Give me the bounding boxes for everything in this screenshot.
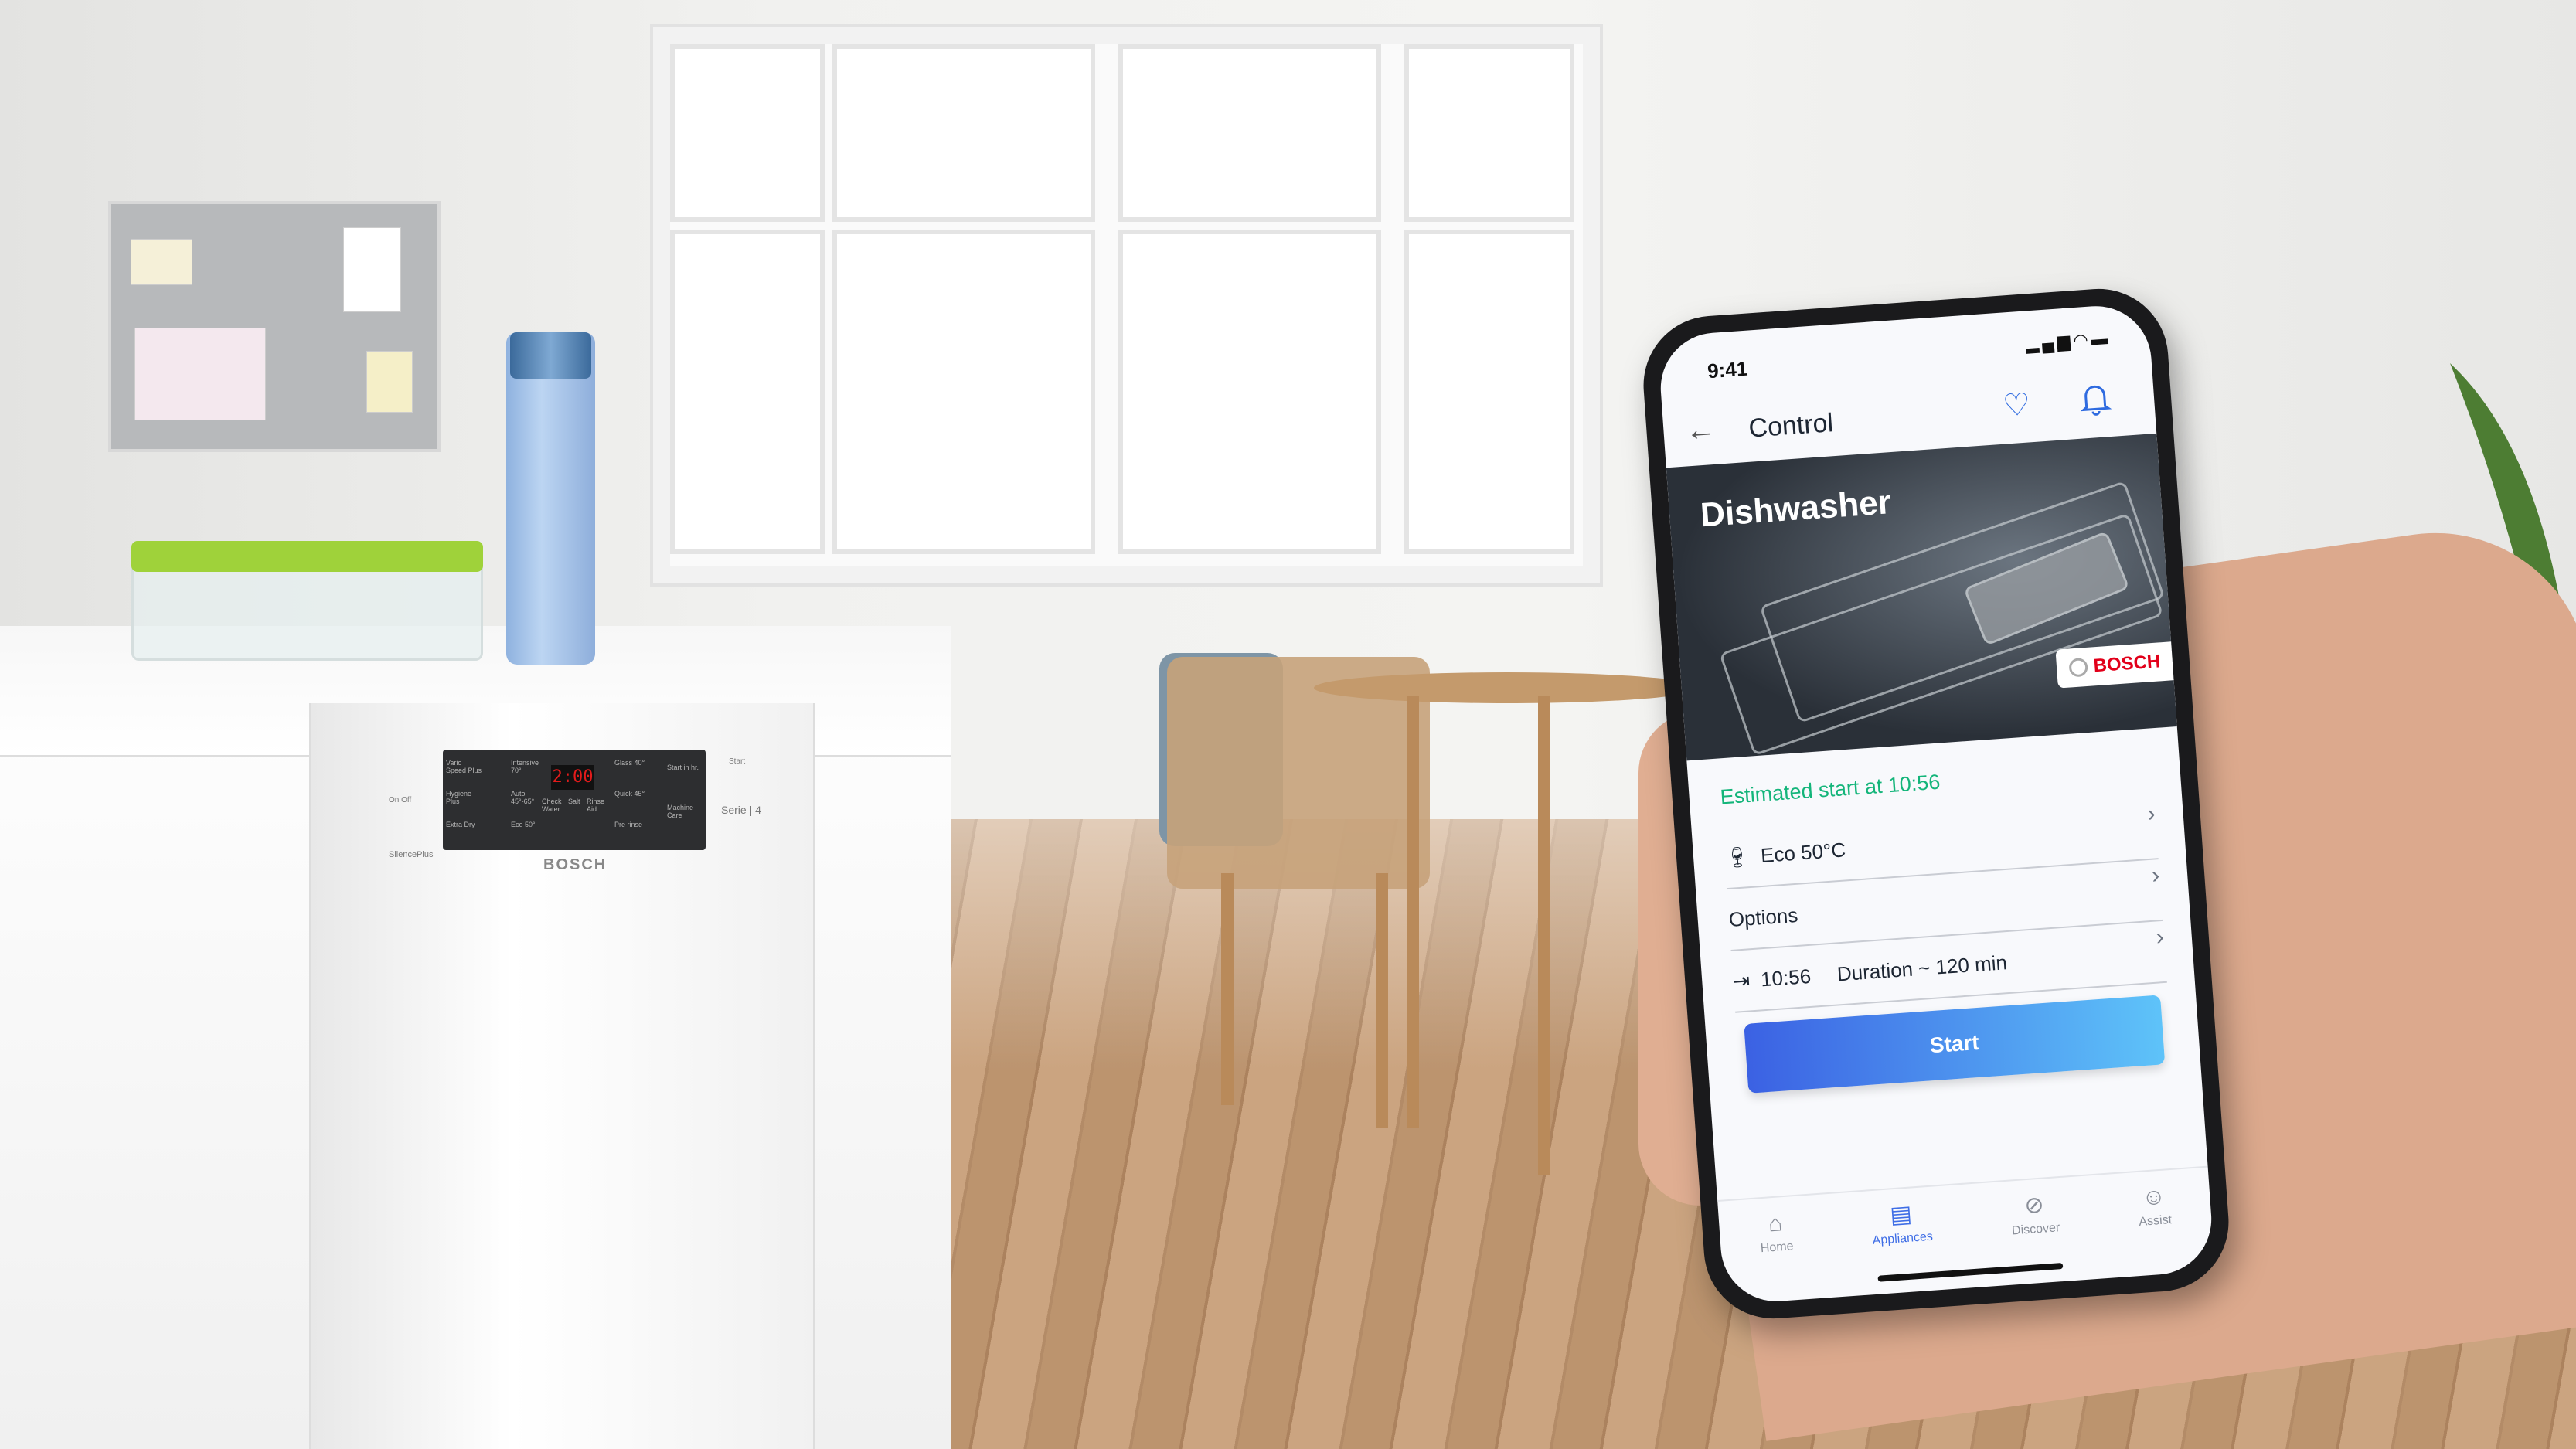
nav-label: Home bbox=[1760, 1240, 1795, 1256]
smartphone: 9:41 ▂▄▆◠▬ ← Control ♡ Dishwasher BOSCH … bbox=[1638, 284, 2234, 1324]
dishwasher-control-panel: 2:00 Vario Speed Plus Hygiene Plus Extra… bbox=[443, 750, 706, 850]
dishwasher: 2:00 Vario Speed Plus Hygiene Plus Extra… bbox=[309, 703, 815, 1449]
nav-home[interactable]: ⌂ Home bbox=[1758, 1210, 1795, 1274]
options-label: Options bbox=[1727, 903, 1799, 931]
home-icon: ⌂ bbox=[1767, 1210, 1784, 1237]
panel-label[interactable]: Machine Care bbox=[667, 804, 703, 819]
chair-leg bbox=[1376, 873, 1388, 1128]
panel-label[interactable]: Pre rinse bbox=[614, 821, 645, 828]
nav-discover[interactable]: ⊘ Discover bbox=[2009, 1192, 2062, 1257]
appliance-title: Dishwasher bbox=[1699, 483, 1893, 535]
arrow-left-icon[interactable]: ← bbox=[1684, 412, 1717, 449]
power-label: On Off bbox=[389, 796, 412, 804]
chevron-right-icon: › bbox=[2151, 862, 2161, 889]
system-icons: ▂▄▆◠▬ bbox=[2025, 328, 2112, 355]
panel-label[interactable]: Vario Speed Plus bbox=[446, 759, 483, 774]
dining-table bbox=[1314, 672, 1700, 703]
duration-label: Duration ~ 120 min bbox=[1836, 950, 2008, 985]
table-leg bbox=[1407, 696, 1419, 1128]
panel-label: Salt bbox=[568, 798, 580, 805]
nav-label: Assist bbox=[2138, 1213, 2173, 1229]
dishwasher-display: 2:00 bbox=[551, 765, 594, 790]
status-time: 9:41 bbox=[1707, 356, 1749, 383]
model-line-label: SilencePlus bbox=[389, 850, 434, 859]
bottle-cap bbox=[510, 332, 591, 379]
chat-smile-icon: ☺ bbox=[2141, 1183, 2167, 1211]
appliance-hero-image: Dishwasher BOSCH bbox=[1666, 433, 2177, 761]
heart-icon[interactable]: ♡ bbox=[2002, 386, 2032, 423]
estimated-start: Estimated start at 10:56 bbox=[1719, 770, 1941, 809]
compass-icon: ⊘ bbox=[2023, 1192, 2045, 1219]
nav-label: Discover bbox=[2011, 1221, 2060, 1238]
food-container-lid bbox=[131, 541, 483, 572]
wifi-icon: ◠ bbox=[2072, 329, 2092, 351]
panel-label: Rinse Aid bbox=[587, 798, 605, 813]
chevron-right-icon: › bbox=[2146, 801, 2156, 827]
start-time-value: 10:56 bbox=[1760, 964, 1812, 991]
page-title: Control bbox=[1747, 408, 1835, 444]
phone-screen: 9:41 ▂▄▆◠▬ ← Control ♡ Dishwasher BOSCH … bbox=[1656, 302, 2216, 1305]
panel-label[interactable]: Quick 45° bbox=[614, 790, 645, 798]
nav-assist[interactable]: ☺ Assist bbox=[2136, 1184, 2173, 1248]
magnetic-board bbox=[108, 201, 441, 452]
chair-leg bbox=[1221, 873, 1234, 1105]
dishwasher-brand: BOSCH bbox=[543, 856, 607, 873]
program-label: Eco 50°C bbox=[1760, 837, 1847, 867]
appliances-icon: ▤ bbox=[1889, 1201, 1913, 1229]
panel-label[interactable]: Hygiene Plus bbox=[446, 790, 483, 805]
nav-label: Appliances bbox=[1872, 1230, 1934, 1248]
series-label: Serie | 4 bbox=[721, 804, 761, 816]
table-leg bbox=[1538, 696, 1550, 1175]
bosch-logo-icon bbox=[2068, 657, 2088, 678]
battery-icon: ▬ bbox=[2090, 328, 2112, 349]
start-button[interactable]: Start bbox=[1744, 995, 2166, 1094]
water-bottle bbox=[506, 332, 595, 665]
start-label: Start bbox=[729, 757, 746, 766]
nav-appliances[interactable]: ▤ Appliances bbox=[1870, 1201, 1935, 1267]
glass-cup-icon: 🍷︎ bbox=[1724, 844, 1751, 869]
signal-icon: ▂▄▆ bbox=[2025, 331, 2074, 354]
panel-label[interactable]: Extra Dry bbox=[446, 821, 483, 828]
home-indicator[interactable] bbox=[1877, 1263, 2064, 1282]
brand-badge: BOSCH bbox=[2055, 641, 2174, 689]
bottom-navigation: ⌂ Home ▤ Appliances ⊘ Discover ☺ Assist bbox=[1717, 1165, 2214, 1277]
panel-label[interactable]: Start in hr. bbox=[667, 764, 703, 771]
panel-label[interactable]: Intensive 70° bbox=[511, 759, 548, 774]
panel-label[interactable]: Glass 40° bbox=[614, 759, 645, 767]
panel-label[interactable]: Eco 50° bbox=[511, 821, 548, 828]
window bbox=[653, 27, 1600, 583]
chevron-right-icon: › bbox=[2155, 923, 2165, 951]
bell-icon[interactable] bbox=[2078, 381, 2112, 417]
start-time-icon: ⇥ bbox=[1732, 968, 1751, 993]
brand-name: BOSCH bbox=[2092, 651, 2162, 677]
panel-label: Check Water bbox=[542, 798, 562, 813]
